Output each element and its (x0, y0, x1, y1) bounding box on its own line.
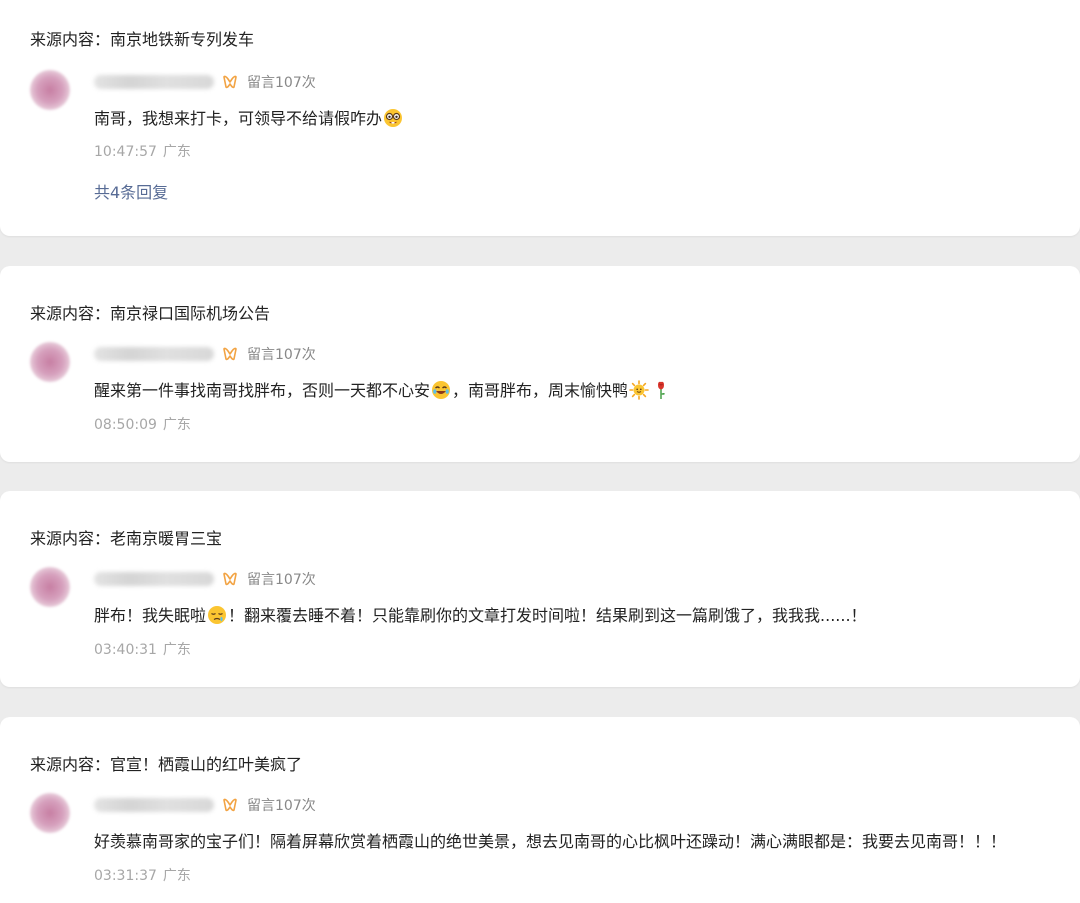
blurred-nickname[interactable] (94, 75, 214, 89)
comment-location: 广东 (162, 868, 191, 884)
comment-count-label: 留言107次 (247, 75, 316, 91)
comment-text-part: 胖布！我失眠啦 (94, 606, 207, 625)
comment-text: 醒来第一件事找南哥找胖布，否则一天都不心安 ，南哥胖布，周末愉快鸭 (94, 380, 1070, 402)
source-content-line: 来源内容：南京地铁新专列发车 (30, 26, 254, 50)
butterfly-badge-icon (223, 347, 237, 361)
source-content-line: 来源内容：老南京暖胃三宝 (30, 525, 222, 549)
sleepy-face-emoji-icon (208, 606, 227, 624)
comment-time-location: 03:31:37 广东 (94, 865, 191, 885)
comment-count-label: 留言107次 (247, 798, 316, 814)
source-title[interactable]: 南京禄口国际机场公告 (110, 304, 270, 323)
avatar[interactable] (30, 793, 70, 833)
comment-text-part: 南哥，我想来打卡，可领导不给请假咋办 (94, 109, 383, 128)
source-prefix: 来源内容： (30, 529, 111, 548)
comment-time: 10:47:57 (94, 144, 157, 160)
comment-card: 来源内容：南京地铁新专列发车 留言107次 南哥，我想来打卡，可领导不给请假咋办 (0, 0, 1080, 236)
avatar[interactable] (30, 342, 70, 382)
comment-text: 南哥，我想来打卡，可领导不给请假咋办 (94, 108, 1070, 130)
commenter-meta: 留言107次 (94, 569, 316, 589)
rose-emoji-icon (658, 381, 666, 399)
comment-feed: 来源内容：南京地铁新专列发车 留言107次 南哥，我想来打卡，可领导不给请假咋办 (0, 0, 1080, 903)
source-prefix: 来源内容： (30, 30, 111, 49)
comment-time-location: 10:47:57 广东 (94, 141, 191, 161)
comment-card: 来源内容：官宣！栖霞山的红叶美疯了 留言107次 好羡慕南哥家的宝子们！隔着屏幕… (0, 717, 1080, 903)
commenter-meta: 留言107次 (94, 72, 316, 92)
source-content-line: 来源内容：南京禄口国际机场公告 (30, 300, 270, 324)
blurred-nickname[interactable] (94, 798, 214, 812)
comment-location: 广东 (162, 144, 191, 160)
comment-time: 03:40:31 (94, 642, 157, 658)
blurred-nickname[interactable] (94, 347, 214, 361)
source-title[interactable]: 老南京暖胃三宝 (110, 529, 222, 548)
butterfly-badge-icon (223, 75, 237, 89)
source-title[interactable]: 南京地铁新专列发车 (110, 30, 254, 49)
commenter-meta: 留言107次 (94, 795, 316, 815)
comment-time: 08:50:09 (94, 417, 157, 433)
lol-face-emoji-icon (432, 381, 451, 399)
blurred-nickname[interactable] (94, 572, 214, 586)
sun-emoji-icon (629, 380, 649, 400)
comment-count-label: 留言107次 (247, 347, 316, 363)
comment-location: 广东 (162, 642, 191, 658)
avatar[interactable] (30, 567, 70, 607)
commenter-meta: 留言107次 (94, 344, 316, 364)
comment-text-part: ，南哥胖布，周末愉快鸭 (452, 381, 629, 400)
comment-time: 03:31:37 (94, 868, 157, 884)
source-prefix: 来源内容： (30, 755, 111, 774)
comment-text-part: ！翻来覆去睡不着！只能靠刷你的文章打发时间啦！结果刷到这一篇刷饿了，我我我...… (228, 606, 867, 625)
comment-text: 好羡慕南哥家的宝子们！隔着屏幕欣赏着栖霞山的绝世美景，想去见南哥的心比枫叶还躁动… (94, 831, 1070, 853)
comment-count-label: 留言107次 (247, 572, 316, 588)
avatar[interactable] (30, 70, 70, 110)
comment-card: 来源内容：南京禄口国际机场公告 留言107次 醒来第一件事找南哥找胖布，否则一天… (0, 266, 1080, 462)
comment-time-location: 08:50:09 广东 (94, 414, 191, 434)
butterfly-badge-icon (223, 572, 237, 586)
source-prefix: 来源内容： (30, 304, 111, 323)
comment-location: 广东 (162, 417, 191, 433)
comment-text: 胖布！我失眠啦 ！翻来覆去睡不着！只能靠刷你的文章打发时间啦！结果刷到这一篇刷饿… (94, 605, 1070, 627)
butterfly-badge-icon (223, 798, 237, 812)
nerd-face-emoji-icon (384, 109, 403, 127)
source-title[interactable]: 官宣！栖霞山的红叶美疯了 (110, 755, 302, 774)
comment-card: 来源内容：老南京暖胃三宝 留言107次 胖布！我失眠啦 ！翻来覆去睡不着！只能靠… (0, 491, 1080, 687)
comment-text-part: 好羡慕南哥家的宝子们！隔着屏幕欣赏着栖霞山的绝世美景，想去见南哥的心比枫叶还躁动… (94, 832, 1007, 851)
comment-time-location: 03:40:31 广东 (94, 639, 191, 659)
view-replies-link[interactable]: 共4条回复 (94, 179, 168, 203)
comment-text-part: 醒来第一件事找南哥找胖布，否则一天都不心安 (94, 381, 431, 400)
source-content-line: 来源内容：官宣！栖霞山的红叶美疯了 (30, 751, 302, 775)
